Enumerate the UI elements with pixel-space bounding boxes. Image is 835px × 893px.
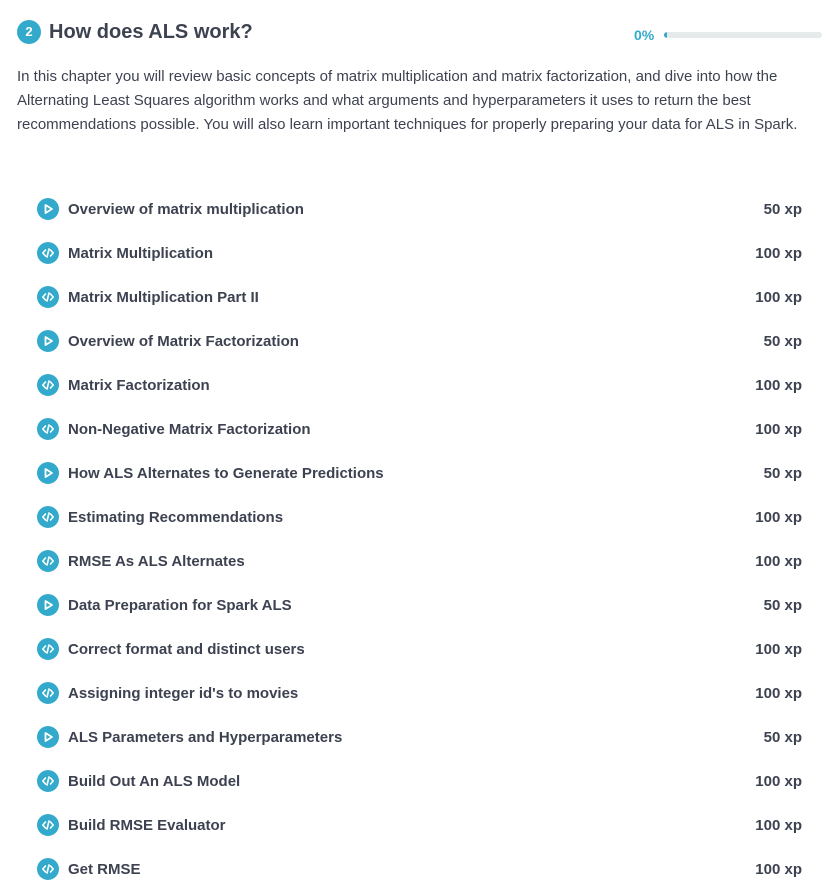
exercise-row[interactable]: Correct format and distinct users 100 xp bbox=[37, 627, 815, 671]
code-icon bbox=[37, 286, 59, 308]
exercise-title[interactable]: Build Out An ALS Model bbox=[68, 773, 755, 790]
play-video-icon bbox=[37, 462, 59, 484]
exercise-xp: 100 xp bbox=[755, 376, 802, 394]
exercise-xp: 100 xp bbox=[755, 508, 802, 526]
code-icon bbox=[37, 682, 59, 704]
exercise-title[interactable]: How ALS Alternates to Generate Predictio… bbox=[68, 465, 764, 482]
code-icon bbox=[37, 814, 59, 836]
exercise-title[interactable]: RMSE As ALS Alternates bbox=[68, 553, 755, 570]
exercise-xp: 100 xp bbox=[755, 244, 802, 262]
exercise-title[interactable]: Matrix Multiplication Part II bbox=[68, 289, 755, 306]
exercise-title[interactable]: Build RMSE Evaluator bbox=[68, 817, 755, 834]
exercise-row[interactable]: Matrix Factorization 100 xp bbox=[37, 363, 815, 407]
exercise-row[interactable]: Overview of Matrix Factorization 50 xp bbox=[37, 319, 815, 363]
exercise-xp: 100 xp bbox=[755, 684, 802, 702]
play-video-icon bbox=[37, 594, 59, 616]
exercise-xp: 50 xp bbox=[763, 728, 802, 746]
code-icon bbox=[37, 550, 59, 572]
exercise-title[interactable]: Data Preparation for Spark ALS bbox=[68, 597, 764, 614]
exercise-title[interactable]: Overview of Matrix Factorization bbox=[68, 333, 764, 350]
exercise-row[interactable]: Data Preparation for Spark ALS 50 xp bbox=[37, 583, 815, 627]
progress-bar-fill bbox=[664, 32, 667, 38]
exercise-row[interactable]: Get RMSE 100 xp bbox=[37, 847, 815, 891]
chapter-header: 2 How does ALS work? 0% bbox=[17, 18, 827, 48]
code-icon bbox=[37, 418, 59, 440]
exercise-xp: 100 xp bbox=[755, 860, 802, 878]
exercise-title[interactable]: Get RMSE bbox=[68, 861, 755, 878]
exercise-xp: 50 xp bbox=[763, 596, 802, 614]
exercise-row[interactable]: RMSE As ALS Alternates 100 xp bbox=[37, 539, 815, 583]
code-icon bbox=[37, 242, 59, 264]
exercise-row[interactable]: ALS Parameters and Hyperparameters 50 xp bbox=[37, 715, 815, 759]
chapter-number-badge: 2 bbox=[17, 20, 41, 44]
exercise-title[interactable]: Overview of matrix multiplication bbox=[68, 201, 764, 218]
exercise-row[interactable]: Overview of matrix multiplication 50 xp bbox=[37, 187, 815, 231]
play-video-icon bbox=[37, 726, 59, 748]
code-icon bbox=[37, 858, 59, 880]
exercise-xp: 100 xp bbox=[755, 816, 802, 834]
exercise-xp: 100 xp bbox=[755, 420, 802, 438]
exercise-row[interactable]: How ALS Alternates to Generate Predictio… bbox=[37, 451, 815, 495]
exercise-xp: 50 xp bbox=[763, 464, 802, 482]
exercise-list: Overview of matrix multiplication 50 xp Ma… bbox=[37, 187, 815, 891]
exercise-row[interactable]: Assigning integer id's to movies 100 xp bbox=[37, 671, 815, 715]
play-video-icon bbox=[37, 198, 59, 220]
exercise-xp: 100 xp bbox=[755, 772, 802, 790]
exercise-row[interactable]: Non-Negative Matrix Factorization 100 xp bbox=[37, 407, 815, 451]
exercise-xp: 100 xp bbox=[755, 640, 802, 658]
progress-bar bbox=[664, 32, 822, 38]
chapter-description: In this chapter you will review basic co… bbox=[17, 68, 798, 133]
exercise-title[interactable]: Correct format and distinct users bbox=[68, 641, 755, 658]
code-icon bbox=[37, 638, 59, 660]
exercise-row[interactable]: Estimating Recommendations 100 xp bbox=[37, 495, 815, 539]
exercise-row[interactable]: Matrix Multiplication 100 xp bbox=[37, 231, 815, 275]
exercise-xp: 100 xp bbox=[755, 288, 802, 306]
exercise-row[interactable]: Build RMSE Evaluator 100 xp bbox=[37, 803, 815, 847]
exercise-xp: 50 xp bbox=[763, 200, 802, 218]
exercise-title[interactable]: Matrix Factorization bbox=[68, 377, 755, 394]
code-icon bbox=[37, 770, 59, 792]
exercise-title[interactable]: Estimating Recommendations bbox=[68, 509, 755, 526]
exercise-title[interactable]: Non-Negative Matrix Factorization bbox=[68, 421, 755, 438]
exercise-row[interactable]: Matrix Multiplication Part II 100 xp bbox=[37, 275, 815, 319]
exercise-row[interactable]: Build Out An ALS Model 100 xp bbox=[37, 759, 815, 803]
exercise-title[interactable]: ALS Parameters and Hyperparameters bbox=[68, 729, 764, 746]
code-icon bbox=[37, 374, 59, 396]
chapter-title: How does ALS work? bbox=[49, 21, 253, 43]
exercise-xp: 50 xp bbox=[763, 332, 802, 350]
exercise-title[interactable]: Assigning integer id's to movies bbox=[68, 685, 755, 702]
progress-percent: 0% bbox=[634, 27, 655, 43]
exercise-xp: 100 xp bbox=[755, 552, 802, 570]
play-video-icon bbox=[37, 330, 59, 352]
exercise-title[interactable]: Matrix Multiplication bbox=[68, 245, 755, 262]
code-icon bbox=[37, 506, 59, 528]
